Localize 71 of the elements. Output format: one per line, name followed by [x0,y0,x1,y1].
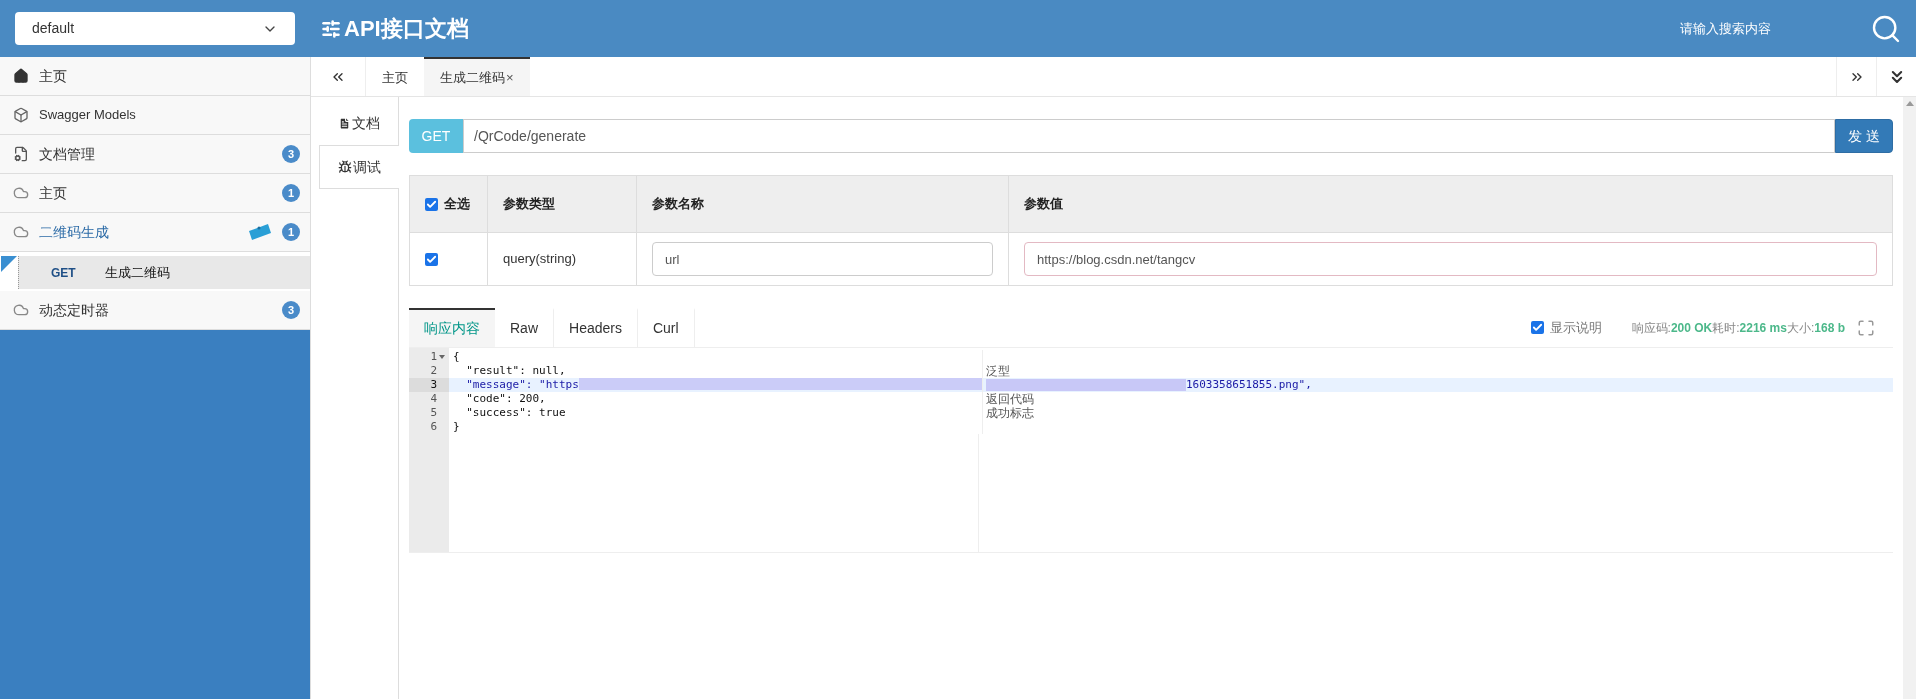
column-header: 全选 [444,195,470,214]
field-note: 成功标志 [986,405,1034,422]
count-badge: 1 [282,184,300,202]
status-label: 耗时: [1712,319,1740,337]
field-note: 泛型 [986,363,1010,380]
column-header: 参数值 [1024,195,1063,214]
code-line: "code": 200, [465,390,546,407]
code-line: } [453,418,460,435]
close-tab-button[interactable]: × [506,67,514,88]
fullscreen-icon[interactable] [1857,318,1875,337]
fold-arrow-icon[interactable] [439,355,445,359]
field-note: 返回代码 [986,391,1034,407]
code-line: "success": true [465,404,566,421]
code-line: "result": null, [465,362,566,379]
count-badge: 1 [282,223,300,241]
count-badge: 3 [282,301,300,319]
cloud-icon [13,224,29,240]
status-value: 2216 ms [1739,319,1787,337]
bug-icon [338,160,352,174]
line-number: 5 [430,404,437,421]
group-select[interactable]: default [15,12,295,45]
response-tab[interactable]: 响应内容 [409,308,495,347]
sidebar-item[interactable]: Swagger Models [0,96,310,135]
method-label: GET [51,264,77,282]
param-value-field[interactable]: https://blog.csdn.net/tangcv [1024,242,1877,276]
column-header: 参数名称 [652,195,704,214]
sliders-icon [321,18,341,39]
path-field[interactable]: /QrCode/generate [463,119,1835,153]
code-line: 1603358651855.png", [1186,376,1312,393]
checkbox[interactable] [425,197,438,211]
param-type: query(string) [503,250,576,269]
method-badge: GET [409,119,463,153]
sidebar-item[interactable]: 主页 1 [0,174,310,213]
checkbox[interactable] [1530,321,1544,334]
scrollbar[interactable] [1903,97,1916,699]
status-value: 200 OK [1670,319,1713,337]
view-tab[interactable]: 文档 [319,101,399,145]
response-tab[interactable]: Headers [554,308,638,347]
home-icon [13,68,29,84]
cube-icon [13,107,29,123]
count-badge: 3 [282,145,300,163]
code-line: "message": "https [465,376,579,393]
param-name-field[interactable]: url [652,242,993,276]
line-number: 1 [430,348,437,365]
checkbox[interactable] [425,252,438,266]
document-gear-icon [13,146,29,162]
search-field[interactable]: 请输入搜索内容 [1680,18,1830,39]
send-button[interactable]: 发 送 [1835,119,1893,153]
page-tab[interactable]: 生成二维码× [424,57,530,96]
sidebar-item[interactable]: 动态定时器 3 [0,291,310,330]
response-tab[interactable]: Curl [637,308,695,347]
show-notes-label: 显示说明 [1549,318,1602,337]
code-line: { [453,348,460,365]
cloud-icon [13,302,29,318]
api-label: 生成二维码 [105,263,170,282]
column-header: 参数类型 [503,195,555,214]
app-title: API接口文档 [344,15,469,43]
sidebar-item[interactable]: 文档管理 3 [0,135,310,174]
status-label: 响应码: [1631,319,1671,337]
line-number: 6 [430,418,437,435]
view-tab[interactable]: 调试 [319,145,399,189]
line-number: 4 [430,390,437,407]
cloud-icon [13,185,29,201]
sidebar-item[interactable]: 主页 [0,57,310,96]
document-icon [338,116,351,130]
status-label: 大小: [1786,319,1815,337]
line-number: 3 [430,376,437,393]
sidebar-item[interactable]: 二维码生成 1 [0,213,310,252]
status-value: 168 b [1814,319,1845,337]
response-tab[interactable]: Raw [495,308,554,347]
line-number: 2 [430,362,437,379]
